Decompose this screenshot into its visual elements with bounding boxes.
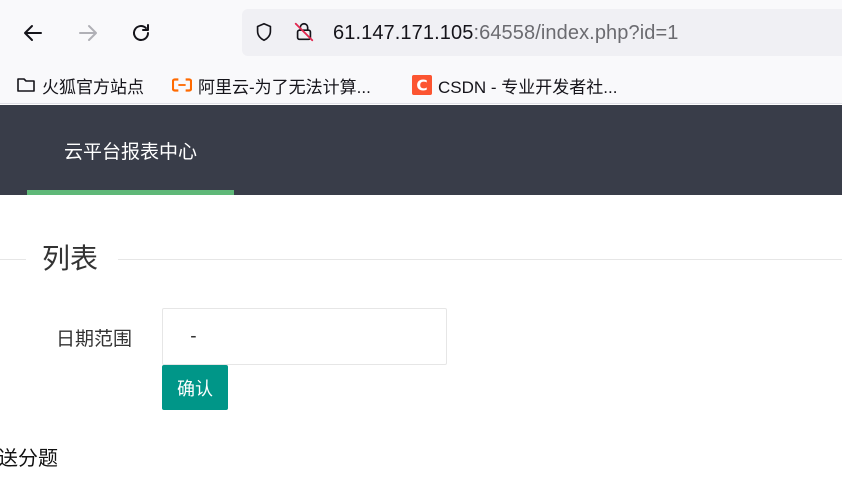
csdn-icon: C xyxy=(412,75,432,95)
reload-icon xyxy=(133,24,149,41)
reload-button[interactable] xyxy=(124,16,158,50)
nav-item-report-center[interactable]: 云平台报表中心 xyxy=(27,105,234,195)
section-legend: 列表 xyxy=(42,243,99,274)
arrow-left-icon xyxy=(24,25,42,41)
folder-icon xyxy=(16,75,36,95)
bookmark-label: 阿里云-为了无法计算... xyxy=(198,77,371,97)
browser-toolbar: 61.147.171.105:64558/index.php?id=1 xyxy=(0,0,842,66)
fieldset-border-right xyxy=(118,259,842,260)
fieldset-border-left xyxy=(0,259,26,260)
bookmarks-bar: 火狐官方站点 阿里云-为了无法计算... C CSDN - 专业开发者社... xyxy=(0,66,842,104)
arrow-right-icon xyxy=(79,25,97,41)
insecure-lock-icon[interactable] xyxy=(292,20,316,44)
url-host: 61.147.171.105 xyxy=(333,22,474,44)
shield-icon[interactable] xyxy=(252,20,276,44)
app-header: 云平台报表中心 xyxy=(0,105,842,195)
url-path: :64558/index.php?id=1 xyxy=(473,22,679,44)
bookmark-label: 火狐官方站点 xyxy=(42,77,144,97)
bookmark-csdn[interactable]: C CSDN - 专业开发者社... xyxy=(412,72,617,98)
active-indicator xyxy=(27,190,234,195)
confirm-button[interactable]: 确认 xyxy=(162,365,228,410)
partial-heading: 送分题 xyxy=(0,448,58,470)
date-range-input[interactable] xyxy=(162,308,447,365)
svg-text:C: C xyxy=(416,76,427,94)
bookmark-aliyun[interactable]: 阿里云-为了无法计算... xyxy=(172,72,371,98)
address-bar[interactable]: 61.147.171.105:64558/index.php?id=1 xyxy=(242,9,842,56)
back-button[interactable] xyxy=(16,16,50,50)
bookmark-label: CSDN - 专业开发者社... xyxy=(438,77,618,97)
forward-button[interactable] xyxy=(71,16,105,50)
url-text[interactable]: 61.147.171.105:64558/index.php?id=1 xyxy=(333,21,679,45)
bookmark-firefox-official[interactable]: 火狐官方站点 xyxy=(16,72,144,98)
aliyun-icon xyxy=(172,75,192,95)
nav-item-label: 云平台报表中心 xyxy=(63,141,197,163)
date-range-label: 日期范围 xyxy=(56,329,133,350)
